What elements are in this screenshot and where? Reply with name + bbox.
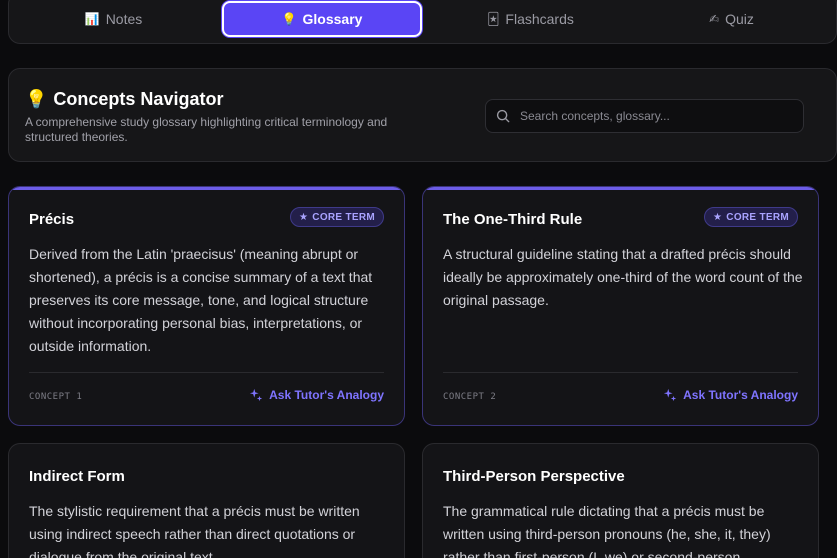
ask-tutor-analogy-button[interactable]: Ask Tutor's Analogy bbox=[249, 388, 384, 402]
search-input[interactable] bbox=[520, 109, 793, 123]
concept-name: Third-Person Perspective bbox=[443, 468, 625, 485]
ask-tutor-analogy-button[interactable]: Ask Tutor's Analogy bbox=[663, 388, 798, 402]
concept-name: Précis bbox=[29, 211, 75, 228]
card-divider bbox=[29, 372, 384, 373]
sparkles-icon bbox=[664, 388, 677, 402]
concept-card: Indirect Form The stylistic requirement … bbox=[8, 443, 405, 558]
page-title: 💡 Concepts Navigator bbox=[25, 89, 223, 110]
tab-bar: 📊 Notes 💡 Glossary 🃏 Flashcards ✍ Quiz bbox=[8, 0, 837, 44]
page-subtitle: A comprehensive study glossary highlight… bbox=[25, 115, 388, 144]
tab-notes[interactable]: 📊 Notes bbox=[13, 1, 214, 37]
tab-label: Quiz bbox=[725, 11, 754, 27]
concept-description: A structural guideline stating that a dr… bbox=[443, 246, 803, 308]
search-box[interactable] bbox=[485, 99, 804, 133]
concept-description: Derived from the Latin 'praecisus' (mean… bbox=[29, 246, 373, 354]
concept-description: The grammatical rule dictating that a pr… bbox=[443, 503, 771, 558]
star-icon: ★ bbox=[713, 211, 723, 223]
cards-icon: 🃏 bbox=[487, 12, 500, 26]
writing-hand-icon: ✍ bbox=[709, 12, 720, 26]
ask-tutor-label: Ask Tutor's Analogy bbox=[269, 388, 384, 402]
tab-label: Glossary bbox=[302, 11, 363, 27]
concept-name: The One-Third Rule bbox=[443, 211, 583, 228]
badge-label: CORE TERM bbox=[726, 211, 789, 223]
sparkles-icon bbox=[250, 388, 263, 402]
lightbulb-icon: 💡 bbox=[281, 12, 297, 26]
concept-number: CONCEPT 2 bbox=[443, 392, 497, 402]
concept-card: The One-Third Rule ★ CORE TERM A structu… bbox=[422, 186, 819, 426]
page-title-text: Concepts Navigator bbox=[53, 89, 224, 109]
badge-label: CORE TERM bbox=[312, 211, 375, 223]
concept-description: The stylistic requirement that a précis … bbox=[29, 503, 360, 558]
lightbulb-icon: 💡 bbox=[25, 89, 48, 109]
ask-tutor-label: Ask Tutor's Analogy bbox=[683, 388, 798, 402]
tab-glossary[interactable]: 💡 Glossary bbox=[222, 1, 422, 37]
concept-card: Third-Person Perspective The grammatical… bbox=[422, 443, 819, 558]
tab-quiz[interactable]: ✍ Quiz bbox=[631, 1, 832, 37]
concept-card: Précis ★ CORE TERM Derived from the Lati… bbox=[8, 186, 405, 426]
concept-number: CONCEPT 1 bbox=[29, 392, 83, 402]
concept-name: Indirect Form bbox=[29, 468, 125, 485]
core-term-badge: ★ CORE TERM bbox=[704, 207, 798, 227]
tab-label: Notes bbox=[105, 11, 143, 27]
tab-flashcards[interactable]: 🃏 Flashcards bbox=[430, 1, 631, 37]
card-divider bbox=[443, 372, 798, 373]
chart-icon: 📊 bbox=[84, 12, 100, 26]
core-term-badge: ★ CORE TERM bbox=[290, 207, 384, 227]
search-icon bbox=[496, 109, 510, 123]
concepts-header: 💡 Concepts Navigator A comprehensive stu… bbox=[8, 68, 837, 162]
tab-label: Flashcards bbox=[505, 11, 574, 27]
star-icon: ★ bbox=[299, 211, 309, 223]
